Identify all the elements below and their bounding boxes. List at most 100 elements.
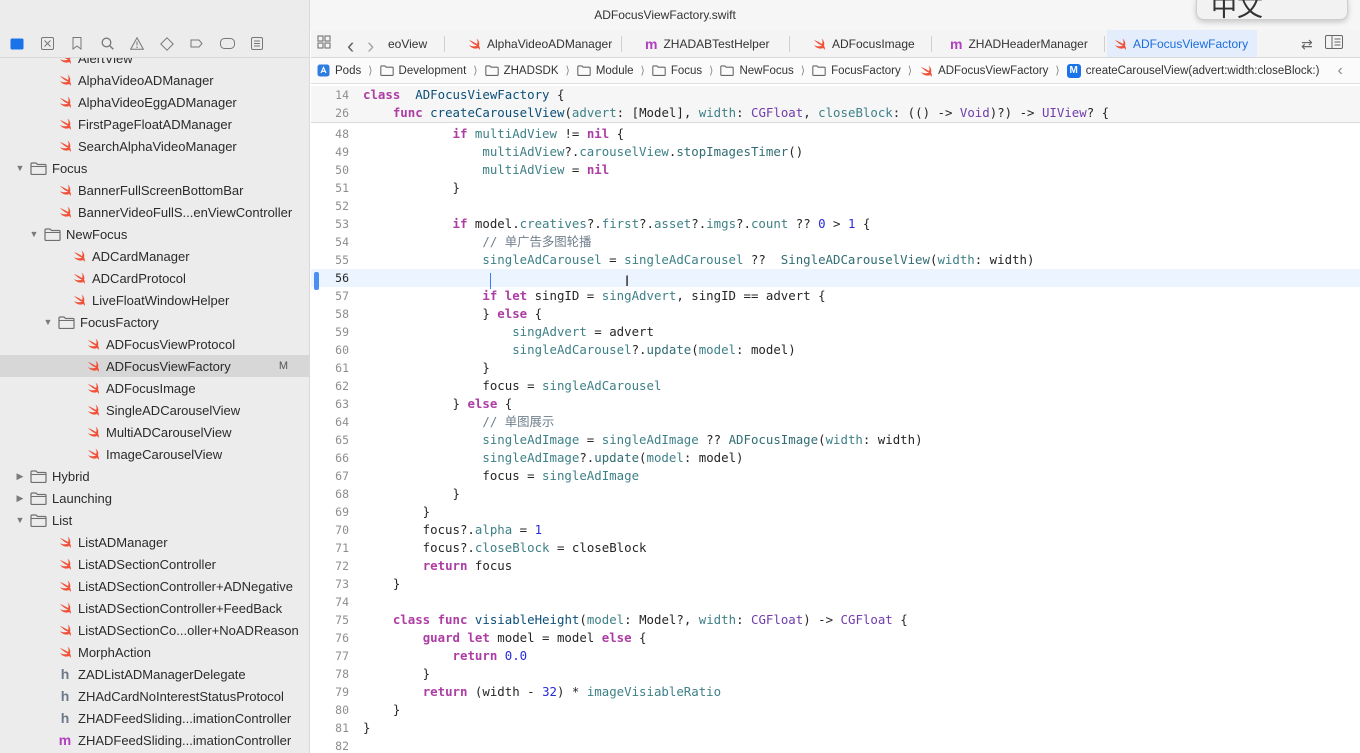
code-line[interactable]: 79 return (width - 32) * imageVisiableRa… — [311, 683, 1360, 701]
code-line[interactable]: 67 focus = singleAdImage — [311, 467, 1360, 485]
breadcrumb-item[interactable]: Module — [577, 65, 634, 77]
editor-tab[interactable]: ADFocusViewFactory — [1107, 30, 1257, 57]
code-line[interactable]: 60 singleAdCarousel?.update(model: model… — [311, 341, 1360, 359]
grid-icon[interactable] — [317, 35, 331, 54]
breadcrumb-item[interactable]: NewFocus — [720, 65, 794, 77]
code-line[interactable]: 50 multiAdView = nil — [311, 161, 1360, 179]
warning-icon[interactable] — [122, 32, 152, 56]
code-text[interactable]: singleAdImage?.update(model: model) — [363, 449, 743, 467]
code-text[interactable]: singleAdCarousel?.update(model: model) — [363, 341, 796, 359]
back-arrow-icon[interactable]: ‹ — [347, 33, 354, 59]
search-icon[interactable] — [92, 32, 122, 56]
code-text[interactable]: multiAdView?.carouselView.stopImagesTime… — [363, 143, 803, 161]
file-row[interactable]: MorphAction — [0, 641, 309, 663]
file-row[interactable]: ListADSectionController+FeedBack — [0, 597, 309, 619]
code-text[interactable]: } — [363, 701, 400, 719]
code-line[interactable]: 54 // 单广告多图轮播 — [311, 233, 1360, 251]
previous-issue-icon[interactable]: ‹ — [1337, 62, 1342, 80]
code-line[interactable]: 75 class func visiableHeight(model: Mode… — [311, 611, 1360, 629]
code-line[interactable]: 82 — [311, 737, 1360, 753]
code-line[interactable]: 63 } else { — [311, 395, 1360, 413]
code-line[interactable]: 51 } — [311, 179, 1360, 197]
code-line[interactable]: 66 singleAdImage?.update(model: model) — [311, 449, 1360, 467]
code-line[interactable]: 78 } — [311, 665, 1360, 683]
chevron-right-icon[interactable]: ▶ — [14, 471, 26, 482]
breadcrumb-item[interactable]: Development — [379, 65, 466, 77]
code-text[interactable]: } — [363, 179, 460, 197]
code-line[interactable]: 52 — [311, 197, 1360, 215]
file-row[interactable]: m ZHADFeedSliding...imationController — [0, 729, 309, 751]
folder-row[interactable]: ▼ NewFocus — [0, 223, 309, 245]
code-line[interactable]: 68 } — [311, 485, 1360, 503]
file-row[interactable]: ADFocusViewFactory M — [0, 355, 309, 377]
folder-icon[interactable] — [2, 32, 32, 56]
code-line[interactable]: 80 } — [311, 701, 1360, 719]
code-editor[interactable]: 82 81} 80 } 79 return (width - 32) * imageV… — [311, 84, 1360, 753]
code-line[interactable]: 69 } — [311, 503, 1360, 521]
breadcrumb-item[interactable]: Pods — [317, 64, 361, 77]
forward-arrow-icon[interactable]: › — [367, 33, 374, 59]
diamond-icon[interactable] — [152, 32, 182, 56]
code-text[interactable]: focus?.alpha = 1 — [363, 521, 542, 539]
code-text[interactable]: focus?.closeBlock = closeBlock — [363, 539, 647, 557]
code-text[interactable]: return focus — [363, 557, 513, 575]
code-line[interactable]: 76 guard let model = model else { — [311, 629, 1360, 647]
file-row[interactable]: LiveFloatWindowHelper — [0, 289, 309, 311]
file-row[interactable]: h ZHADFeedSliding...imationController — [0, 707, 309, 729]
breadcrumb-item[interactable]: Focus — [652, 65, 702, 77]
code-text[interactable]: singleAdImage = singleAdImage ?? ADFocus… — [363, 431, 922, 449]
folder-row[interactable]: ▼ List — [0, 509, 309, 531]
code-line[interactable]: 49 multiAdView?.carouselView.stopImagesT… — [311, 143, 1360, 161]
code-text[interactable]: if let singID = singAdvert, singID == ad… — [363, 287, 825, 305]
project-navigator[interactable]: AlertView AlphaVideoADManager AlphaVideoEg… — [0, 58, 310, 753]
code-line[interactable]: 70 focus?.alpha = 1 — [311, 521, 1360, 539]
file-row[interactable]: AlphaVideoEggADManager — [0, 91, 309, 113]
code-line[interactable]: 58 } else { — [311, 305, 1360, 323]
code-text[interactable]: focus = singleAdImage — [363, 467, 639, 485]
file-row[interactable]: h ZHAdCardNoInterestStatusProtocol — [0, 685, 309, 707]
file-row[interactable]: ListADManager — [0, 531, 309, 553]
file-row[interactable]: ADCardManager — [0, 245, 309, 267]
report-icon[interactable] — [242, 32, 272, 56]
editor-tab[interactable]: ADFocusImage — [806, 30, 931, 57]
code-text[interactable]: singleAdCarousel = singleAdCarousel ?? S… — [363, 251, 1034, 269]
code-line[interactable]: 48 if multiAdView != nil { — [311, 125, 1360, 143]
code-line[interactable]: 71 focus?.closeBlock = closeBlock — [311, 539, 1360, 557]
code-line[interactable]: 73 } — [311, 575, 1360, 593]
code-text[interactable]: } — [363, 575, 400, 593]
file-row[interactable]: BannerFullScreenBottomBar — [0, 179, 309, 201]
file-row[interactable]: MultiADCarouselView — [0, 421, 309, 443]
code-line[interactable]: 55 singleAdCarousel = singleAdCarousel ?… — [311, 251, 1360, 269]
code-line[interactable]: 74 — [311, 593, 1360, 611]
code-text[interactable]: } — [363, 665, 430, 683]
file-row[interactable]: ImageCarouselView — [0, 443, 309, 465]
code-text[interactable]: } else { — [363, 305, 542, 323]
file-row[interactable]: FirstPageFloatADManager — [0, 113, 309, 135]
code-line[interactable]: 72 return focus — [311, 557, 1360, 575]
file-row[interactable]: ADCardProtocol — [0, 267, 309, 289]
code-text[interactable]: func createCarouselView(advert: [Model],… — [363, 104, 1109, 122]
file-row[interactable]: ListADSectionCo...oller+NoADReason — [0, 619, 309, 641]
editor-tab[interactable]: eoView — [384, 30, 444, 57]
chevron-down-icon[interactable]: ▼ — [14, 515, 26, 525]
change-indicator[interactable] — [314, 272, 319, 290]
file-row[interactable]: ListADSectionController — [0, 553, 309, 575]
code-text[interactable]: return (width - 32) * imageVisiableRatio — [363, 683, 721, 701]
code-line[interactable]: 62 focus = singleAdCarousel — [311, 377, 1360, 395]
code-line[interactable]: 77 return 0.0 — [311, 647, 1360, 665]
code-text[interactable]: class func visiableHeight(model: Model?,… — [363, 611, 908, 629]
bookmark-icon[interactable] — [62, 32, 92, 56]
file-row[interactable]: AlertView — [0, 58, 309, 69]
file-row[interactable]: SingleADCarouselView — [0, 399, 309, 421]
editor-tab[interactable]: AlphaVideoADManager — [461, 30, 621, 57]
chevron-down-icon[interactable]: ▼ — [28, 229, 40, 239]
chevron-down-icon[interactable]: ▼ — [14, 163, 26, 173]
code-line[interactable]: 65 singleAdImage = singleAdImage ?? ADFo… — [311, 431, 1360, 449]
file-row[interactable]: ListADSectionController+ADNegative — [0, 575, 309, 597]
code-line[interactable]: 14 class ADFocusViewFactory { — [311, 86, 1360, 104]
code-text[interactable]: // 单广告多图轮播 — [363, 233, 591, 251]
breadcrumb-item[interactable]: FocusFactory — [812, 65, 901, 77]
chevron-down-icon[interactable]: ▼ — [42, 317, 54, 327]
code-line[interactable]: 59 singAdvert = advert — [311, 323, 1360, 341]
code-text[interactable]: } else { — [363, 395, 513, 413]
